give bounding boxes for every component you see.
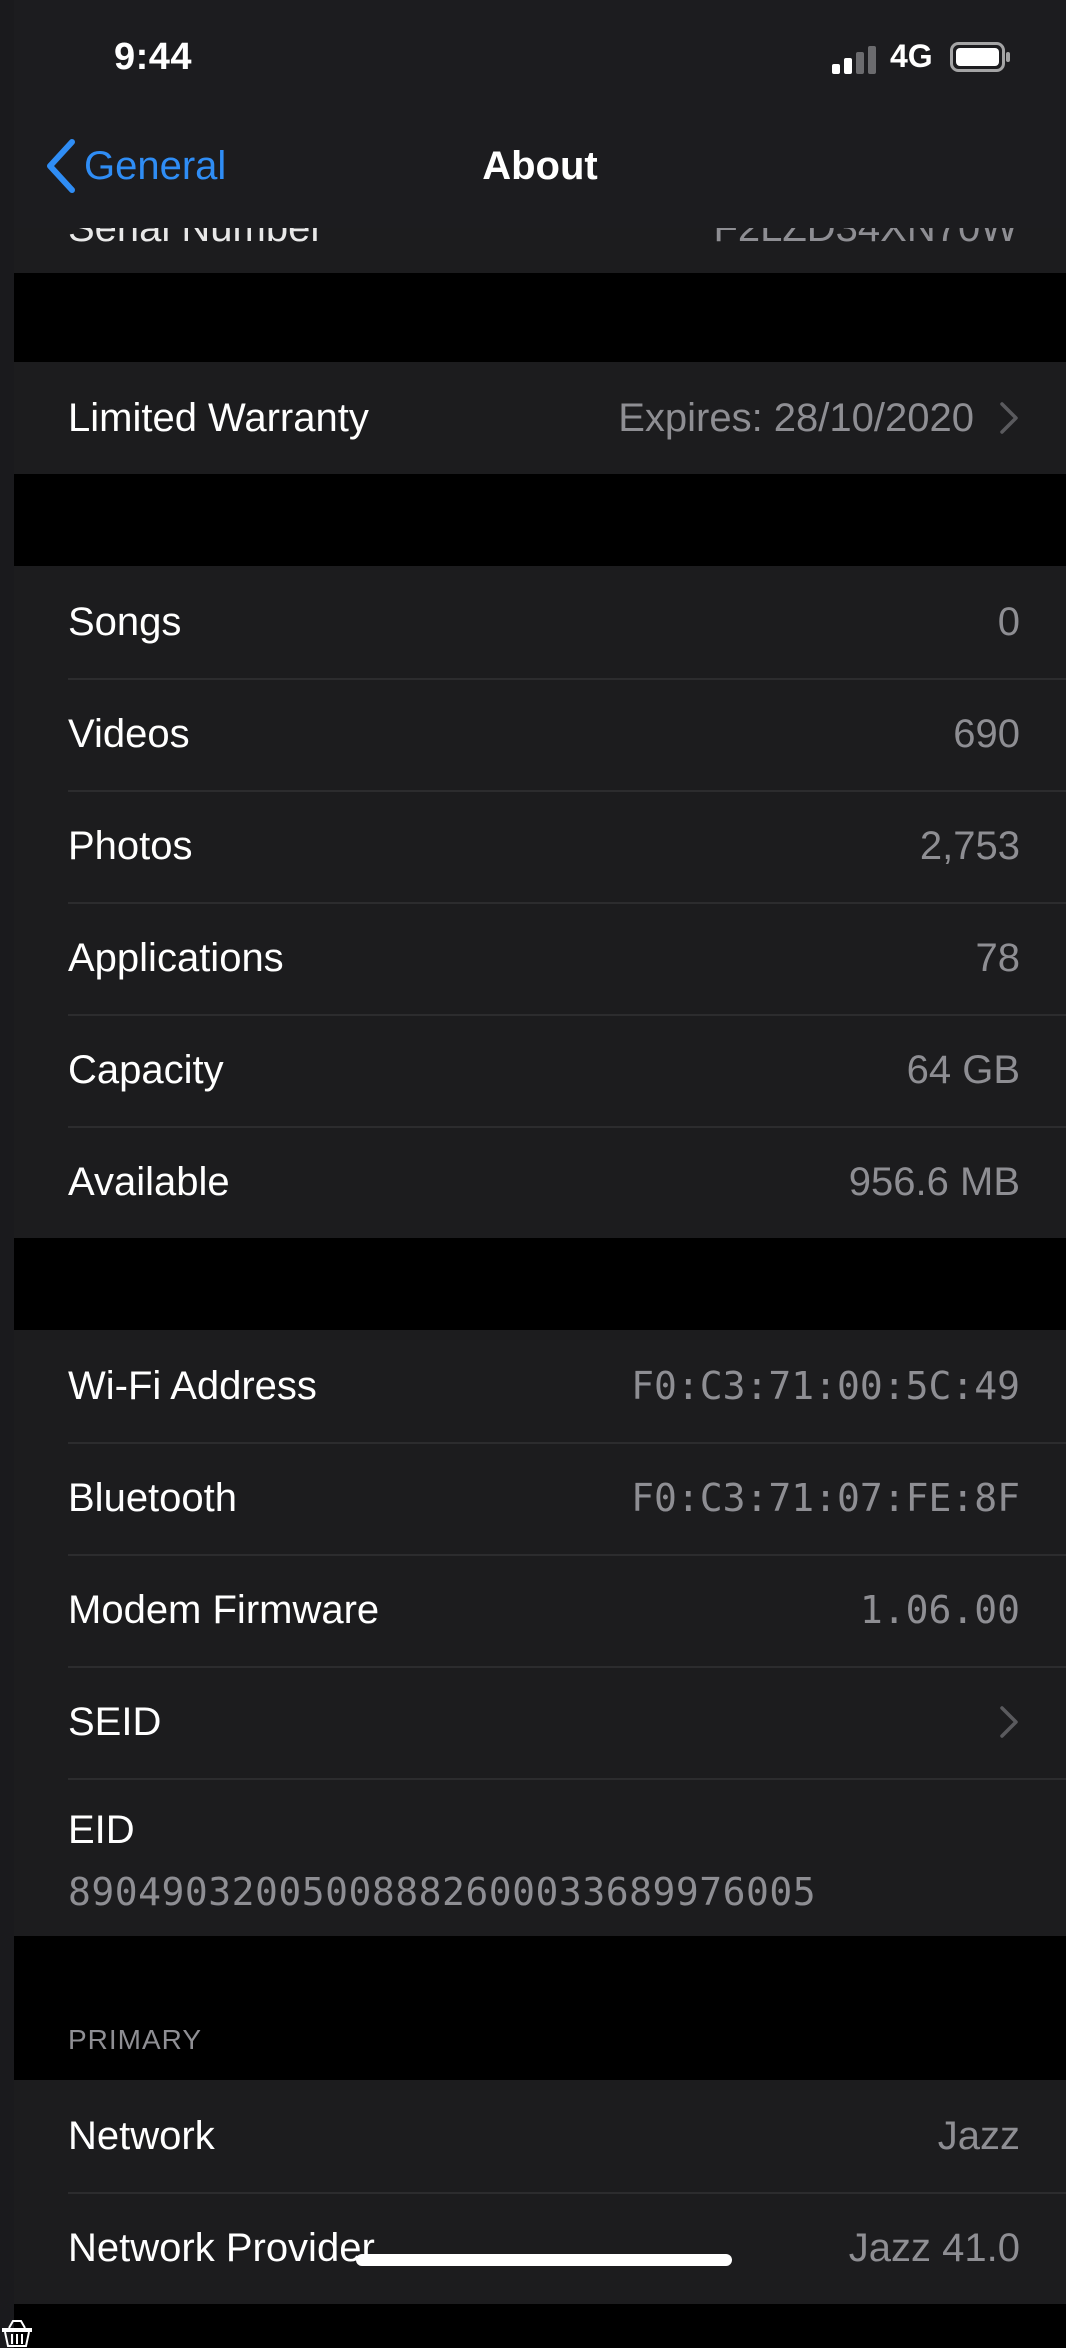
capacity-value: 64 GB: [906, 1048, 1020, 1092]
modem-firmware-value: 1.06.00: [859, 1588, 1020, 1632]
section-header-primary: PRIMARY: [68, 2024, 203, 2055]
battery-icon: [950, 42, 1010, 72]
wifi-address-label: Wi-Fi Address: [68, 1364, 317, 1408]
songs-value: 0: [997, 600, 1020, 644]
videos-label: Videos: [68, 712, 190, 756]
status-time: 9:44: [114, 36, 193, 78]
about-screen: 9:44 4G General About Serial Number F2LZ…: [14, 0, 1066, 2348]
photos-value: 2,753: [919, 824, 1020, 868]
modem-firmware-label: Modem Firmware: [68, 1588, 380, 1632]
bluetooth-row: Bluetooth F0:C3:71:07:FE:8F: [14, 1442, 1066, 1554]
modem-firmware-row: Modem Firmware 1.06.00: [14, 1554, 1066, 1666]
media-stats-group: Songs 0 Videos 690 Photos 2,753 Applicat…: [14, 566, 1066, 1238]
primary-network-group: Network Jazz Network Provider Jazz 41.0: [14, 2080, 1066, 2304]
seid-row[interactable]: SEID: [14, 1666, 1066, 1778]
list-item: Photos 2,753: [14, 790, 1066, 902]
eid-value: 89049032005008882600033689976005: [68, 1870, 817, 1914]
eid-label: EID: [68, 1808, 135, 1852]
list-item: Capacity 64 GB: [14, 1014, 1066, 1126]
network-type-label: 4G: [890, 38, 933, 74]
bluetooth-value: F0:C3:71:07:FE:8F: [631, 1476, 1020, 1520]
network-provider-label: Network Provider: [68, 2226, 375, 2270]
applications-label: Applications: [68, 936, 284, 980]
network-value: Jazz: [937, 2114, 1020, 2158]
videos-value: 690: [953, 712, 1020, 756]
wifi-address-row: Wi-Fi Address F0:C3:71:00:5C:49: [14, 1330, 1066, 1442]
device-bezel: [0, 0, 14, 2348]
page-title: About: [482, 144, 598, 188]
serial-number-label: Serial Number: [68, 228, 324, 250]
network-label: Network: [68, 2114, 215, 2158]
eid-row: EID 89049032005008882600033689976005: [14, 1778, 1066, 1936]
list-item: Applications 78: [14, 902, 1066, 1014]
network-provider-row: Network Provider Jazz 41.0: [14, 2192, 1066, 2304]
network-provider-value: Jazz 41.0: [848, 2226, 1020, 2270]
serial-number-row[interactable]: Serial Number F2LZD34XN70W: [14, 228, 1066, 273]
chevron-right-icon: [1000, 1706, 1018, 1738]
chevron-right-icon: [1000, 402, 1018, 434]
home-indicator[interactable]: [356, 2254, 732, 2266]
limited-warranty-label: Limited Warranty: [68, 396, 369, 440]
limited-warranty-row[interactable]: Limited Warranty Expires: 28/10/2020: [14, 362, 1066, 474]
status-bar: 9:44 4G: [14, 0, 1066, 110]
wifi-address-value: F0:C3:71:00:5C:49: [631, 1364, 1020, 1408]
navigation-bar: General About: [14, 110, 1066, 228]
applications-value: 78: [975, 936, 1021, 980]
list-item: Videos 690: [14, 678, 1066, 790]
list-item: Available 956.6 MB: [14, 1126, 1066, 1238]
songs-label: Songs: [68, 600, 182, 644]
available-value: 956.6 MB: [848, 1160, 1020, 1204]
serial-number-value: F2LZD34XN70W: [713, 228, 1018, 250]
hardware-group: Wi-Fi Address F0:C3:71:00:5C:49 Bluetoot…: [14, 1330, 1066, 1936]
available-label: Available: [68, 1160, 230, 1204]
seid-label: SEID: [68, 1700, 162, 1744]
list-item: Songs 0: [14, 566, 1066, 678]
capacity-label: Capacity: [68, 1048, 224, 1092]
bluetooth-label: Bluetooth: [68, 1476, 238, 1520]
photos-label: Photos: [68, 824, 193, 868]
warranty-group: Limited Warranty Expires: 28/10/2020: [14, 362, 1066, 474]
network-row: Network Jazz: [14, 2080, 1066, 2192]
limited-warranty-value: Expires: 28/10/2020: [618, 396, 974, 440]
basket-icon: [2, 2320, 32, 2347]
cellular-signal-icon: [832, 46, 876, 74]
